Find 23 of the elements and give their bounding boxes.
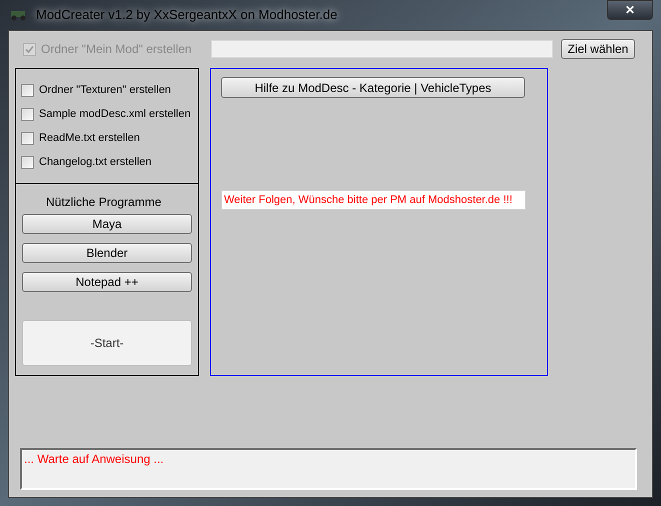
program-button[interactable]: Notepad ++ [22, 272, 192, 292]
checkbox[interactable] [21, 108, 34, 120]
close-button[interactable]: ✕ [607, 0, 653, 20]
program-button[interactable]: Blender [22, 243, 192, 263]
program-button[interactable]: Maya [22, 214, 192, 234]
section-title: Nützliche Programme [46, 194, 162, 211]
status-log: ... Warte auf Anweisung ... [20, 448, 637, 490]
tractor-icon [10, 9, 28, 21]
checkbox-label: ReadMe.txt erstellen [39, 130, 140, 146]
target-path-field[interactable] [211, 40, 553, 58]
help-button[interactable]: Hilfe zu ModDesc - Kategorie | VehicleTypes [221, 77, 525, 98]
checkbox[interactable] [21, 132, 34, 144]
checkbox-label: Ordner "Texturen" erstellen [39, 82, 171, 98]
notice-field: Weiter Folgen, Wünsche bitte per PM auf Modshoster.de !!! [221, 190, 526, 210]
start-button[interactable]: -Start- [22, 320, 192, 366]
checkbox-label: Changelog.txt erstellen [39, 154, 152, 170]
window-title: ModCreater v1.2 by XxSergeantxX on Modhoster.de [36, 6, 338, 24]
choose-target-button[interactable]: Ziel wählen [561, 39, 635, 59]
checkbox-label: Ordner "Mein Mod" erstellen [41, 41, 192, 58]
checkmark-icon [25, 44, 34, 54]
checkbox[interactable] [21, 156, 34, 168]
checkbox-label: Sample modDesc.xml erstellen [39, 106, 191, 122]
checkbox[interactable] [21, 84, 34, 96]
